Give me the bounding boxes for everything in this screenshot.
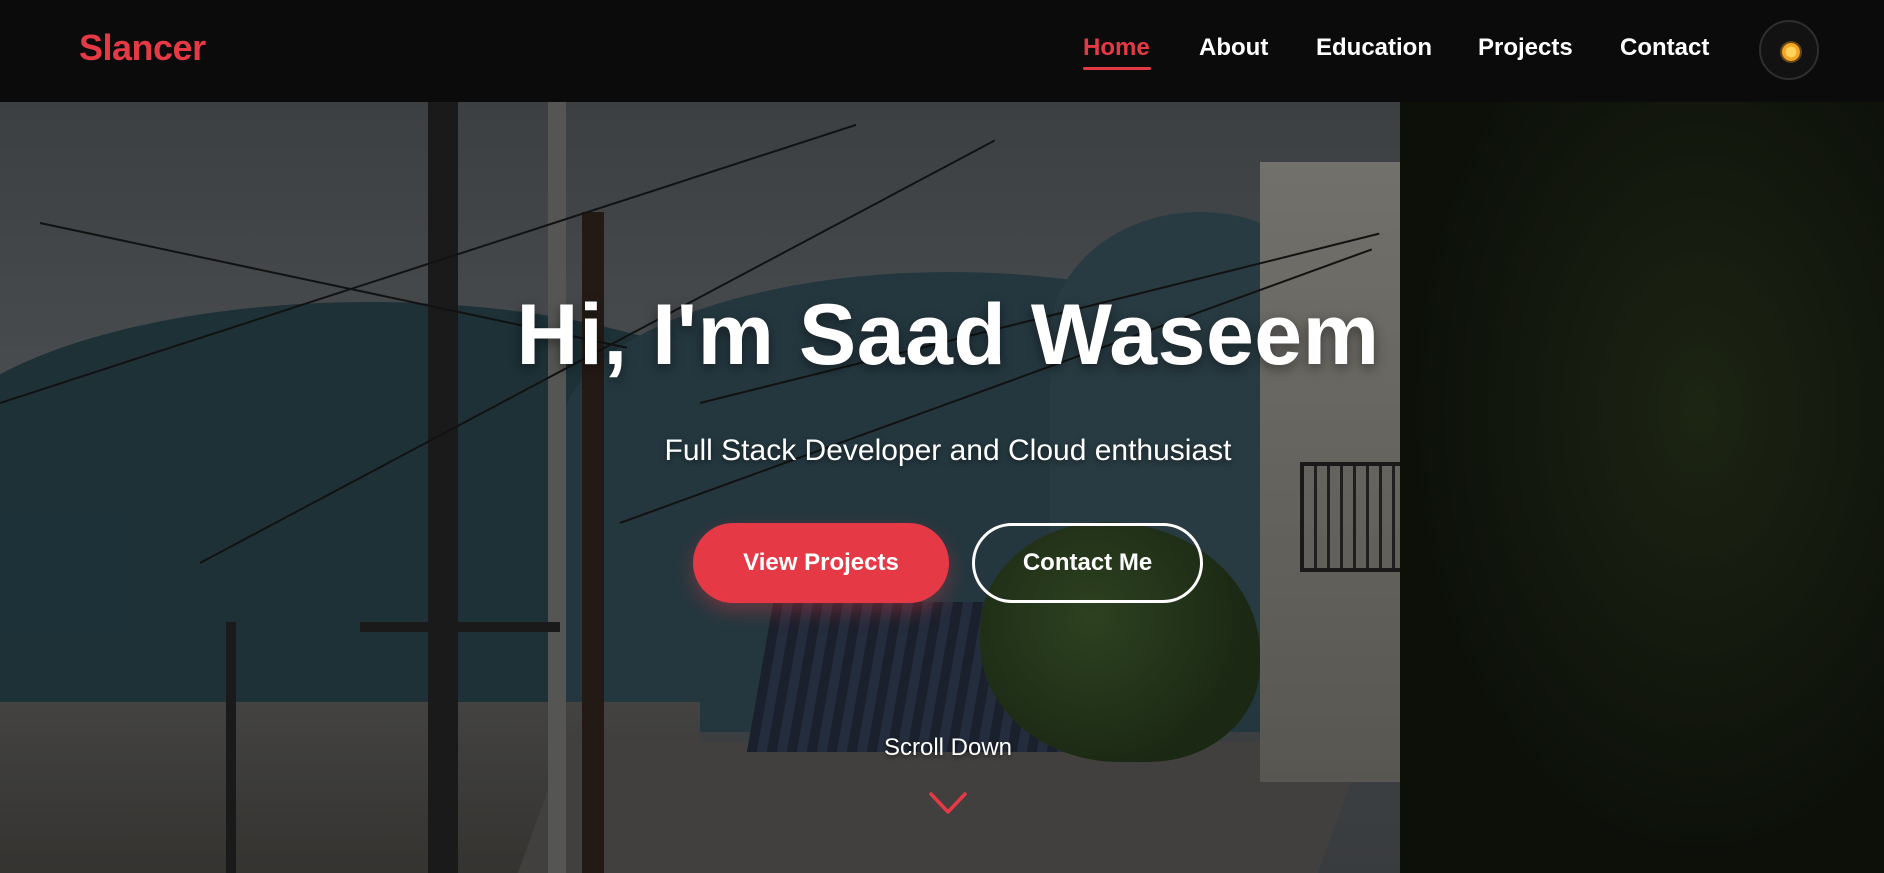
nav-link-home[interactable]: Home — [1083, 34, 1150, 62]
nav-link-about[interactable]: About — [1199, 34, 1268, 62]
scroll-down-label[interactable]: Scroll Down — [0, 734, 1884, 762]
sun-icon — [1782, 43, 1800, 61]
view-projects-button[interactable]: View Projects — [693, 523, 949, 603]
portfolio-page: Slancer Home About Education Projects Co… — [0, 0, 1884, 873]
active-nav-indicator — [1083, 67, 1151, 70]
hero-title: Hi, I'm Saad Waseem — [516, 287, 1380, 383]
contact-me-button[interactable]: Contact Me — [972, 523, 1203, 603]
hero-subtitle: Full Stack Developer and Cloud enthusias… — [664, 434, 1232, 467]
nav-link-projects[interactable]: Projects — [1478, 34, 1573, 62]
chevron-down-icon[interactable] — [928, 790, 968, 816]
nav-link-education[interactable]: Education — [1316, 34, 1432, 62]
theme-toggle-button[interactable] — [1759, 20, 1819, 80]
brand-logo[interactable]: Slancer — [79, 27, 206, 69]
nav-link-contact[interactable]: Contact — [1620, 34, 1709, 62]
navbar: Slancer Home About Education Projects Co… — [0, 0, 1884, 102]
